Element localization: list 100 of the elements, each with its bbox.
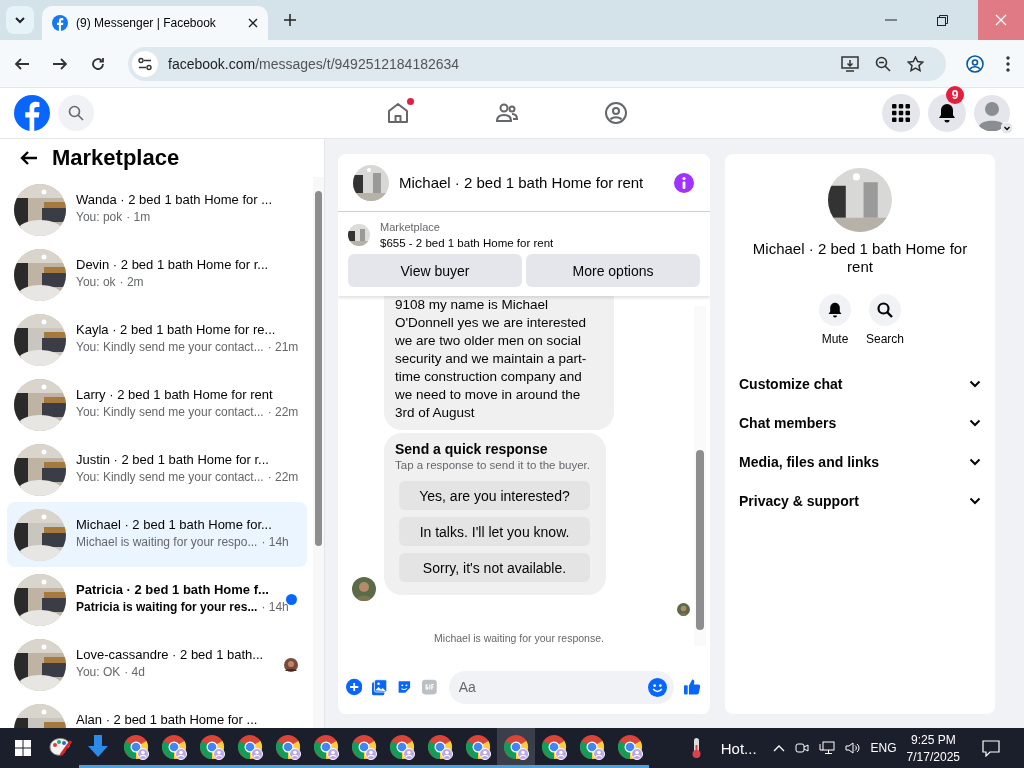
quick-response-button[interactable]: Sorry, it's not available. [399,553,590,582]
conversation-item[interactable]: Patricia · 2 bed 1 bath Home f... Patricia is waiting for your res... · 14h [7,567,307,632]
section-header[interactable]: Privacy & support [739,481,981,520]
caret-icon[interactable] [1001,122,1013,134]
address-field[interactable]: facebook.com/messages/t/9492512184182634 [128,46,946,81]
tab-title: (9) Messenger | Facebook [76,16,217,30]
sidebar-title: Marketplace [52,145,180,171]
reload-icon[interactable] [90,55,106,72]
conversation-item[interactable]: Devin · 2 bed 1 bath Home for r... You: ok · 2m [7,242,307,307]
forward-icon[interactable] [52,55,68,72]
network-icon[interactable] [818,741,835,755]
browser-tab[interactable]: (9) Messenger | Facebook [42,6,268,40]
notification-center-icon[interactable] [982,739,1000,757]
chrome-icon [541,733,567,760]
weather-text[interactable]: Hot... [720,739,757,757]
chrome-icon [579,733,605,760]
message-time: · 2m [119,274,144,289]
new-tab-icon[interactable] [284,14,296,26]
grid-icon [892,104,910,122]
message-bubble: 9108 my name is Michael O'Donnell yes we are interested we are two older men on social security and we maintain a part-time construction company and we need to move in around the 3rd of August [384,296,614,430]
message-time: · 21m [267,339,299,354]
clock-date[interactable]: 7/17/2025 [906,749,960,764]
facebook-icon [52,15,68,31]
bell-icon [937,103,957,123]
message-preview: You: ok [76,274,116,289]
emoji-icon[interactable] [647,677,667,697]
quick-response-button[interactable]: Yes, are you interested? [399,481,590,510]
section-header[interactable]: Media, files and links [739,442,981,481]
back-icon[interactable] [14,55,30,72]
chrome-icon [313,733,339,760]
profile-icon[interactable] [966,54,984,73]
plus-icon[interactable] [346,677,363,697]
listing-button[interactable]: More options [526,254,700,287]
section-header[interactable]: Customize chat [739,364,981,403]
image-icon[interactable] [372,677,388,697]
action-label: Search [866,332,904,346]
chrome-icon [275,733,301,760]
conversation-name: Justin · 2 bed 1 bath Home for r... [76,451,270,467]
star-icon[interactable] [907,55,924,72]
windows-start-icon[interactable] [15,740,31,756]
chrome-icon [427,733,453,760]
site-settings-icon[interactable] [132,50,158,77]
facebook-logo[interactable] [14,95,50,131]
thumbs-up-icon[interactable] [683,677,701,697]
message-preview: You: Kindly send me your contact... [76,404,264,419]
close-icon[interactable] [248,18,258,28]
conversation-item[interactable]: Wanda · 2 bed 1 bath Home for ... You: pok · 1m [7,177,307,242]
info-icon[interactable] [674,172,694,193]
camera-icon[interactable] [794,741,809,755]
message-preview: You: Kindly send me your contact... [76,469,264,484]
tab-search-button[interactable] [6,6,34,34]
message-time: · 1m [126,209,151,224]
chrome-icon [161,733,187,760]
conversation-item[interactable]: Kayla · 2 bed 1 bath Home for re... You: Kindly send me your contact... · 21m [7,307,307,372]
back-arrow-icon[interactable] [20,150,38,166]
notification-badge: 9 [946,86,964,104]
zoom-icon[interactable] [875,55,891,72]
url-text: facebook.com/messages/t/9492512184182634 [168,55,460,72]
listing-button[interactable]: View buyer [348,254,522,287]
conversation-item[interactable]: Michael · 2 bed 1 bath Home for... Michael is waiting for your respo... · 14h [7,502,307,567]
bell-icon [827,302,843,318]
conversation-item[interactable]: Love-cassandre · 2 bed 1 bath... You: OK · 4d [7,632,307,697]
chrome-icon [503,733,529,760]
conversation-name: Love-cassandre · 2 bed 1 bath... [76,646,265,662]
volume-icon[interactable] [844,741,861,755]
search-button[interactable] [869,294,901,326]
caret-up-icon[interactable] [772,744,785,752]
conversation-name: Patricia · 2 bed 1 bath Home f... [76,581,270,597]
conversation-item[interactable]: Justin · 2 bed 1 bath Home for r... You: Kindly send me your contact... · 22m [7,437,307,502]
sticker-icon[interactable] [397,678,412,696]
quick-response-button[interactable]: In talks. I'll let you know. [399,517,590,546]
close-icon [995,14,1007,26]
install-app-icon[interactable] [841,55,859,72]
conversation-item[interactable]: Larry · 2 bed 1 bath Home for rent You: Kindly send me your contact... · 22m [7,372,307,437]
menu-icon[interactable] [1006,55,1010,72]
chrome-icon [465,733,491,760]
message-preview: You: pok [76,209,123,224]
clock-time[interactable]: 9:25 PM [910,732,956,747]
section-header[interactable]: Chat members [739,403,981,442]
conversation-name: Alan · 2 bed 1 bath Home for ... [76,711,259,727]
message-preview: You: OK [76,664,121,679]
groups-icon[interactable] [604,101,628,125]
restore-icon[interactable] [937,14,948,26]
friends-icon[interactable] [495,101,519,125]
conversation-name: Devin · 2 bed 1 bath Home for r... [76,256,270,272]
action-label: Mute [821,332,849,346]
apps-button[interactable] [882,94,920,132]
chrome-icon [389,733,415,760]
language-indicator[interactable]: ENG [870,741,897,755]
mute-button[interactable] [819,294,851,326]
scrollbar[interactable] [694,306,706,646]
conversation-name: Kayla · 2 bed 1 bath Home for re... [76,321,273,337]
message-preview: Patricia is waiting for your res... [76,599,258,614]
chrome-icon [123,733,149,760]
message-time: · 22m [267,404,299,419]
scrollbar[interactable] [313,177,324,728]
taskbar-button[interactable] [497,728,535,768]
download-arrow-icon [87,734,109,759]
conversation-name: Larry · 2 bed 1 bath Home for rent [76,386,273,402]
message-input[interactable]: Aa [448,670,674,704]
